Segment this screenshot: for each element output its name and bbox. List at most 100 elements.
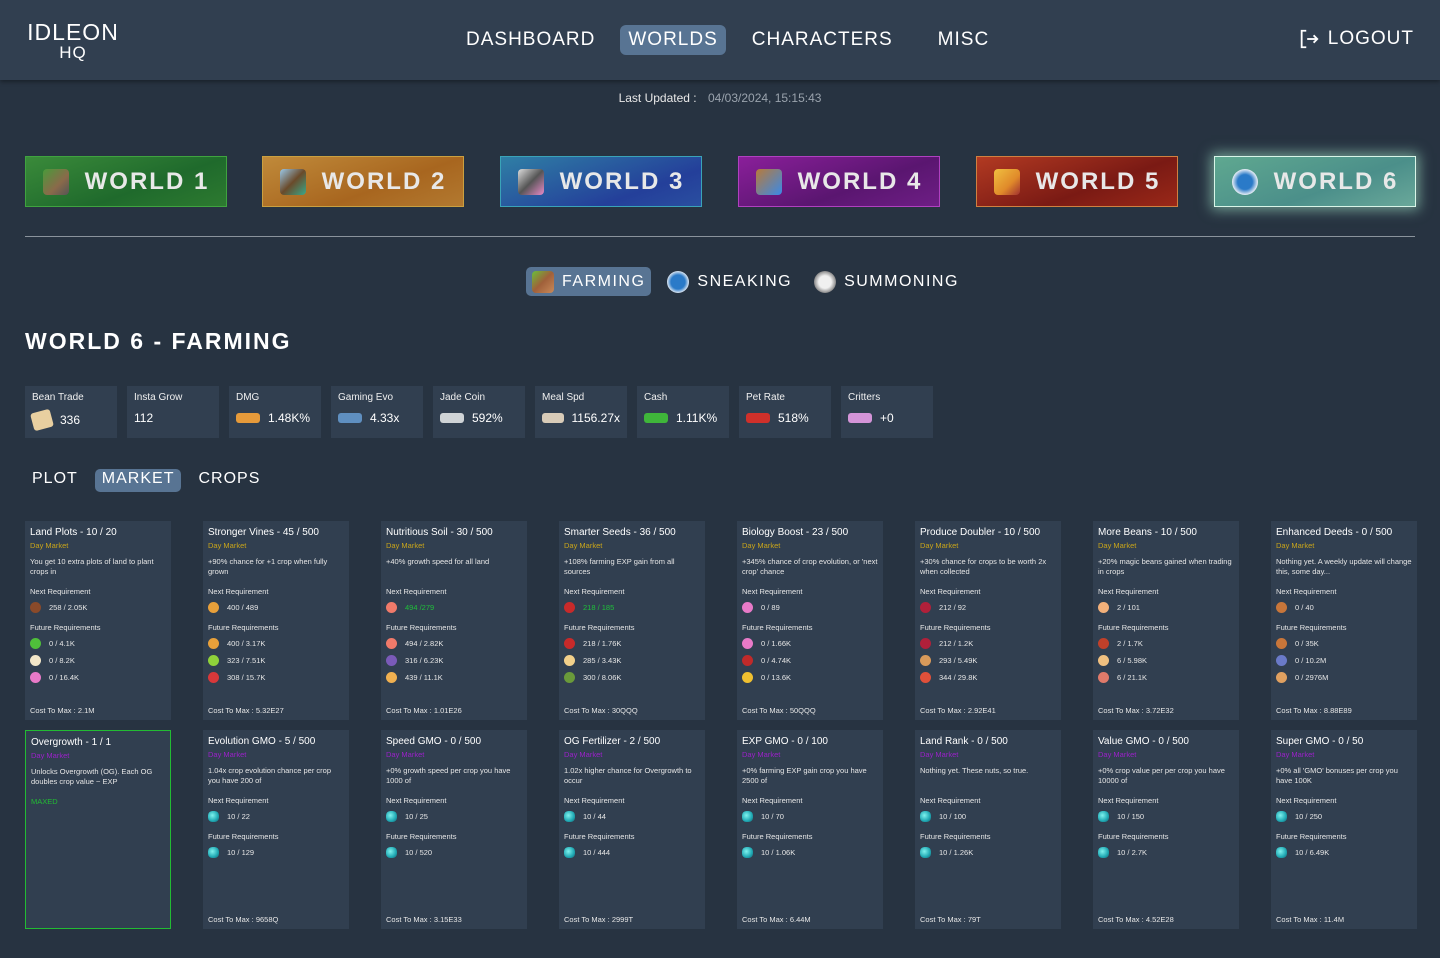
future-requirements-label: Future Requirements: [1276, 623, 1347, 632]
future-requirement-value: 0 / 2976M: [1295, 672, 1329, 682]
world-2-label: WORLD 2: [321, 167, 447, 195]
future-requirement-value: 10 / 1.26K: [939, 847, 974, 857]
tab-crops[interactable]: CROPS: [191, 469, 267, 492]
future-requirements-label: Future Requirements: [208, 832, 279, 841]
future-requirements-label: Future Requirements: [208, 623, 279, 632]
logout-label: LOGOUT: [1327, 28, 1414, 49]
upgrade-card: Produce Doubler - 10 / 500 Day Market +3…: [915, 521, 1061, 720]
upgrade-description: 1.04x crop evolution chance per crop you…: [208, 766, 331, 785]
world-6-button[interactable]: WORLD 6: [1214, 156, 1416, 207]
next-requirement-value: 10 / 44: [583, 811, 606, 821]
last-updated: Last Updated : 04/03/2024, 15:15:43: [0, 91, 1440, 105]
future-requirement: 0 / 2976M: [1276, 671, 1412, 683]
future-requirement: 300 / 8.06K: [564, 671, 700, 683]
cost-to-max-value: 2.1M: [77, 706, 95, 715]
next-requirement: 212 / 92: [920, 601, 1056, 613]
next-requirement: 10 / 22: [208, 810, 344, 822]
gmo-icon: [1098, 810, 1109, 822]
tab-market[interactable]: MARKET: [94, 469, 182, 492]
world4-icon: [755, 168, 782, 195]
stat-value-pet-rate: 518%: [778, 411, 809, 425]
upgrade-title: Produce Doubler - 10 / 500: [920, 527, 1041, 538]
next-requirement-label: Next Requirement: [920, 796, 981, 805]
nav-misc[interactable]: MISC: [930, 25, 998, 55]
stat-card: Jade Coin 592%: [433, 386, 525, 438]
future-requirement: 10 / 129: [208, 846, 344, 858]
nav-dashboard[interactable]: DASHBOARD: [458, 25, 603, 55]
upgrade-card: Enhanced Deeds - 0 / 500 Day Market Noth…: [1271, 521, 1417, 720]
stat-card: Pet Rate 518%: [739, 386, 831, 438]
logout-button[interactable]: LOGOUT: [1298, 28, 1414, 50]
market-type: Day Market: [386, 750, 425, 759]
logo-subtitle: HQ: [59, 43, 87, 62]
cost-to-max-value: 5.32E27: [255, 706, 284, 715]
crop-icon: [564, 671, 575, 683]
future-requirement: 0 / 8.2K: [30, 654, 166, 666]
future-requirement-value: 293 / 5.49K: [939, 655, 978, 665]
future-requirement: 218 / 1.76K: [564, 637, 700, 649]
next-requirement-value: 400 / 489: [227, 602, 259, 612]
logout-icon: [1300, 29, 1319, 49]
cost-to-max: Cost To Max : 2.1M: [30, 706, 95, 715]
tab-farming[interactable]: FARMING: [526, 267, 652, 296]
gmo-icon: [208, 810, 219, 822]
crop-icon: [30, 637, 41, 649]
tab-sneaking[interactable]: SNEAKING: [661, 267, 798, 296]
nav-characters[interactable]: CHARACTERS: [744, 25, 901, 55]
nav-worlds[interactable]: WORLDS: [620, 25, 726, 55]
world-5-button[interactable]: WORLD 5: [976, 156, 1178, 207]
future-requirement-value: 0 / 10.2M: [1295, 655, 1327, 665]
tab-summoning[interactable]: SUMMONING: [808, 267, 965, 296]
next-requirement-value: 0 / 40: [1295, 602, 1314, 612]
gmo-icon: [386, 810, 397, 822]
world-1-button[interactable]: WORLD 1: [25, 156, 227, 207]
upgrade-card: Land Rank - 0 / 500 Day Market Nothing y…: [915, 730, 1061, 929]
stat-name-meal-spd: Meal Spd: [542, 392, 585, 403]
next-requirement-label: Next Requirement: [208, 796, 269, 805]
world-3-button[interactable]: WORLD 3: [500, 156, 702, 207]
future-requirement: 308 / 15.7K: [208, 671, 344, 683]
upgrade-description: +0% farming EXP gain crop you have 2500 …: [742, 766, 867, 785]
cost-to-max: Cost To Max : 4.52E28: [1098, 915, 1174, 924]
next-requirement-value: 258 / 2.05K: [49, 602, 88, 612]
future-requirement-value: 0 / 4.1K: [49, 638, 75, 648]
world2-icon: [279, 168, 306, 195]
world-4-button[interactable]: WORLD 4: [738, 156, 940, 207]
upgrade-card: Evolution GMO - 5 / 500 Day Market 1.04x…: [203, 730, 349, 929]
tab-farming-label: FARMING: [562, 272, 646, 290]
upgrade-description: +108% farming EXP gain from all sources: [564, 557, 675, 576]
tab-summoning-label: SUMMONING: [844, 272, 959, 290]
future-requirements-label: Future Requirements: [30, 623, 101, 632]
future-requirement-value: 10 / 444: [583, 847, 611, 857]
future-requirement: 344 / 29.8K: [920, 671, 1056, 683]
gmo-icon: [920, 846, 931, 858]
market-type: Day Market: [30, 541, 69, 550]
stat-value-dmg: 1.48K%: [268, 411, 311, 425]
gaming-evo-icon: [338, 413, 362, 423]
future-requirement: 212 / 1.2K: [920, 637, 1056, 649]
cost-to-max: Cost To Max : 50QQQ: [742, 706, 816, 715]
gmo-icon: [742, 846, 753, 858]
future-requirements-label: Future Requirements: [564, 832, 635, 841]
upgrade-card: Value GMO - 0 / 500 Day Market +0% crop …: [1093, 730, 1239, 929]
stat-name-dmg: DMG: [236, 392, 260, 403]
future-requirement-value: 10 / 1.06K: [761, 847, 796, 857]
crop-icon: [920, 637, 931, 649]
stat-value-meal-spd: 1156.27x: [571, 411, 621, 425]
future-requirement-value: 316 / 6.23K: [405, 655, 444, 665]
future-requirement: 2 / 1.7K: [1098, 637, 1234, 649]
market-type: Day Market: [1098, 750, 1137, 759]
logo[interactable]: IDLEON HQ: [25, 20, 121, 62]
cost-to-max: Cost To Max : 79T: [920, 915, 981, 924]
tab-plot[interactable]: PLOT: [25, 469, 85, 492]
cost-to-max-value: 30QQQ: [611, 706, 638, 715]
upgrade-description: +30% chance for crops to be worth 2x whe…: [920, 557, 1047, 576]
cost-to-max-value: 3.15E33: [433, 915, 462, 924]
future-requirement-value: 6 / 21.1K: [1117, 672, 1148, 682]
future-requirement-value: 344 / 29.8K: [939, 672, 978, 682]
world-2-button[interactable]: WORLD 2: [262, 156, 464, 207]
cost-to-max-value: 79T: [967, 915, 981, 924]
future-requirement: 10 / 2.7K: [1098, 846, 1234, 858]
farming-sub-tabs: PLOT MARKET CROPS: [25, 469, 267, 492]
market-type: Day Market: [208, 541, 247, 550]
